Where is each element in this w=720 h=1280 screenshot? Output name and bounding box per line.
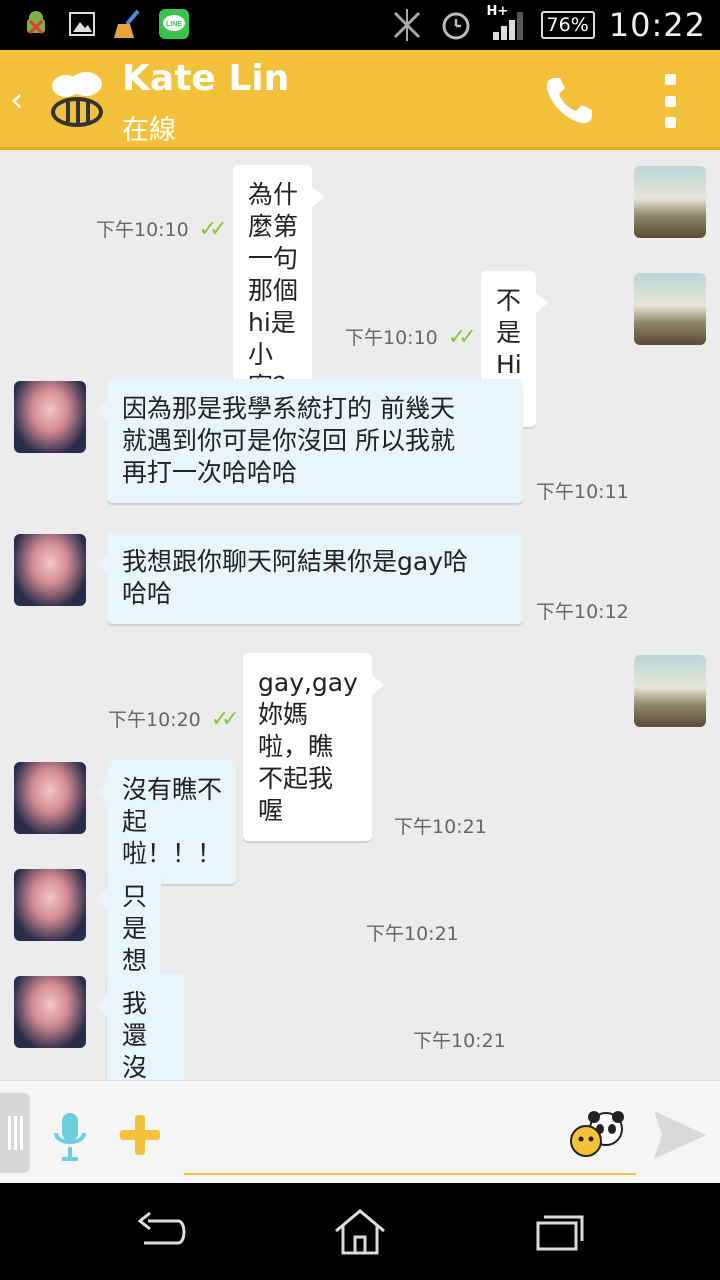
svg-text:LINE: LINE: [166, 21, 182, 28]
message-input-bar: [0, 1080, 720, 1183]
nfc-icon: [393, 9, 420, 41]
line-app-icon: LINE: [158, 8, 190, 40]
contact-avatar[interactable]: [14, 976, 86, 1048]
notification-icons: LINE: [20, 8, 190, 40]
my-avatar[interactable]: [634, 655, 706, 727]
microphone-icon[interactable]: [50, 1109, 90, 1165]
add-attachment-icon[interactable]: [116, 1111, 164, 1159]
broom-icon: [112, 8, 144, 40]
send-icon[interactable]: [652, 1109, 708, 1161]
message-time: 下午10:11: [536, 481, 629, 503]
system-nav-bar: [0, 1183, 720, 1280]
alarm-icon: [442, 12, 470, 40]
status-bar: LINE H+ 76% 10:22: [0, 0, 720, 50]
read-check-icon: ✓✓: [198, 217, 228, 242]
sticker-icon[interactable]: [566, 1109, 628, 1159]
message-time: 下午10:12: [536, 601, 629, 623]
message-time: 下午10:10 ✓✓: [96, 217, 228, 242]
system-icons: H+ 76% 10:22: [389, 4, 706, 44]
more-options-icon[interactable]: [656, 72, 684, 130]
contact-name: Kate Lin: [122, 58, 290, 99]
contact-avatar[interactable]: [14, 762, 86, 834]
battery-indicator: 76%: [540, 11, 595, 39]
signal-icon: H+: [487, 4, 527, 42]
contact-avatar[interactable]: [14, 869, 86, 941]
message-time: 下午10:10 ✓✓: [345, 325, 477, 350]
message-bubble[interactable]: 沒有瞧不起啦！！！: [95, 760, 236, 884]
phone-call-icon[interactable]: [540, 72, 598, 130]
message-bubble[interactable]: gay,gay妳媽啦，瞧不起我喔: [243, 653, 384, 841]
image-icon: [66, 8, 98, 40]
message-bubble[interactable]: 因為那是我學系統打的 前幾天 就遇到你可是你沒回 所以我就 再打一次哈哈哈: [95, 379, 523, 503]
my-avatar[interactable]: [634, 166, 706, 238]
read-check-icon: ✓✓: [210, 707, 240, 732]
message-time: 下午10:21: [413, 1030, 506, 1052]
message-time: 下午10:20 ✓✓: [108, 707, 240, 732]
my-avatar[interactable]: [634, 273, 706, 345]
chat-header: ‹ Kate Lin 在線: [0, 50, 720, 150]
app-logo-icon: [44, 68, 110, 134]
online-status: 在線: [122, 115, 176, 146]
chat-area[interactable]: 下午10:10✓✓ 為什麼第一句那個hi是小寫？ 下午10:10✓✓ 不是Hi嗎…: [0, 153, 720, 1280]
android-debug-icon: [20, 8, 52, 40]
message-time: 下午10:21: [366, 923, 459, 945]
back-icon[interactable]: ‹: [10, 80, 24, 120]
drawer-handle[interactable]: [0, 1093, 30, 1173]
back-nav-icon[interactable]: [134, 1207, 190, 1257]
contact-avatar[interactable]: [14, 381, 86, 453]
home-nav-icon[interactable]: [332, 1207, 388, 1257]
message-bubble[interactable]: 我想跟你聊天阿結果你是gay哈 哈哈: [95, 532, 523, 624]
message-time: 下午10:21: [394, 816, 487, 838]
read-check-icon: ✓✓: [447, 325, 477, 350]
status-time: 10:22: [608, 6, 706, 44]
recent-apps-nav-icon[interactable]: [532, 1207, 588, 1257]
contact-avatar[interactable]: [14, 534, 86, 606]
